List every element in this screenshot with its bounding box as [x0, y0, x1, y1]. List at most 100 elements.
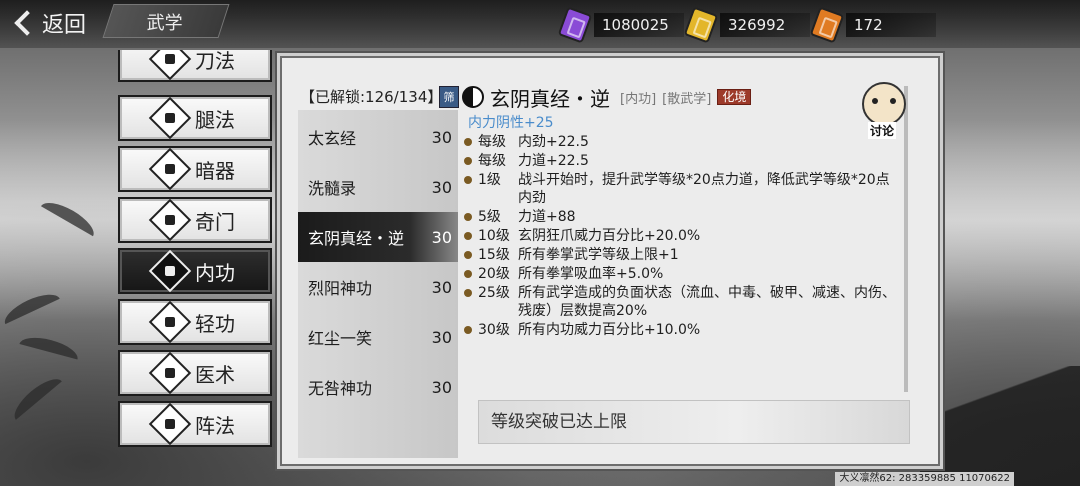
medicine-icon — [148, 351, 192, 395]
effect-line: 1级 战斗开始时，提升武学等级*20点力道，降低武学等级*20点内劲 — [462, 171, 902, 207]
effect-level: 每级 — [478, 134, 506, 150]
mountain-silhouette — [920, 366, 1080, 486]
effect-level: 30级 — [478, 322, 510, 338]
category-label: 奇门 — [195, 209, 235, 234]
formation-icon — [148, 402, 192, 446]
bullet-dot-icon — [464, 157, 472, 165]
effect-line: 每级 内劲+22.5 — [462, 133, 902, 151]
effect-level: 5级 — [478, 209, 501, 225]
leg-icon — [148, 96, 192, 140]
category-label: 阵法 — [195, 413, 235, 438]
category-label: 暗器 — [195, 158, 235, 183]
filter-button[interactable]: 筛 — [439, 86, 459, 108]
inner-power-icon — [148, 249, 192, 293]
category-label: 刀法 — [195, 50, 235, 73]
skill-name: 洗髓录 — [308, 179, 357, 198]
blade-icon — [148, 50, 192, 81]
category-label: 轻功 — [195, 311, 235, 336]
bullet-dot-icon — [464, 326, 472, 334]
effect-line: 15级 所有拳掌武学等级上限+1 — [462, 246, 902, 264]
effect-level: 15级 — [478, 247, 510, 263]
bullet-dot-icon — [464, 251, 472, 259]
currency-gold[interactable]: 326992 — [683, 6, 810, 44]
skill-row[interactable]: 红尘一笑 30 — [298, 312, 458, 362]
currency-orange[interactable]: 172 — [809, 6, 936, 44]
effect-line: 30级 所有内功威力百分比+10.0% — [462, 321, 902, 339]
category-formation[interactable]: 阵法 — [118, 401, 272, 447]
effect-text: 力道+22.5 — [518, 153, 589, 169]
unlock-count: 【已解锁:126/134】 — [300, 88, 443, 106]
skill-level: 30 — [431, 327, 452, 347]
effect-text: 所有内功威力百分比+10.0% — [518, 322, 701, 338]
section-title-tab: 武学 — [102, 4, 230, 38]
skill-row[interactable]: 无咎神功 30 — [298, 362, 458, 412]
bamboo-leaf-decoration — [8, 372, 62, 420]
lightness-icon — [148, 300, 192, 344]
back-button[interactable]: 返回 — [6, 4, 98, 42]
category-label: 内功 — [195, 260, 235, 285]
discuss-label: 讨论 — [868, 122, 897, 139]
effect-level: 20级 — [478, 266, 510, 282]
category-odd-weapon[interactable]: 奇门 — [118, 197, 272, 243]
section-title: 武学 — [146, 13, 183, 34]
discuss-button[interactable]: 讨论 — [862, 82, 910, 139]
effect-line: 5级 力道+88 — [462, 208, 902, 226]
effect-text: 玄阴狂爪威力百分比+20.0% — [518, 228, 701, 244]
skill-name: 玄阴真经・逆 — [308, 229, 405, 248]
effect-level: 10级 — [478, 228, 510, 244]
skill-level: 30 — [431, 277, 452, 297]
cat-avatar-icon — [862, 82, 906, 126]
effect-line: 每级 力道+22.5 — [462, 152, 902, 170]
skill-level: 30 — [431, 227, 452, 247]
skill-title: 玄阴真经・逆 [内功] [散武学] 化境 — [462, 84, 902, 111]
skill-list[interactable]: 太玄经 30 洗髓录 30 玄阴真经・逆 30 烈阳神功 30 红尘一笑 30 … — [298, 110, 458, 458]
category-lightness[interactable]: 轻功 — [118, 299, 272, 345]
currency-value: 172 — [846, 13, 936, 37]
skill-row[interactable]: 太玄经 30 — [298, 112, 458, 162]
skill-row-selected[interactable]: 玄阴真经・逆 30 — [298, 212, 458, 262]
currency-purple[interactable]: 1080025 — [557, 6, 684, 44]
inner-attribute: 内力阴性+25 — [468, 115, 554, 131]
skill-row[interactable] — [298, 412, 458, 458]
category-list[interactable]: 刀法 腿法 暗器 奇门 内功 轻功 医术 阵法 — [107, 50, 277, 460]
skill-name: 无咎神功 — [308, 379, 373, 398]
category-leg[interactable]: 腿法 — [118, 95, 272, 141]
category-dart[interactable]: 暗器 — [118, 146, 272, 192]
bullet-dot-icon — [464, 138, 472, 146]
currency-value: 1080025 — [594, 13, 684, 37]
bullet-dot-icon — [464, 270, 472, 278]
yin-yang-icon — [462, 86, 484, 108]
category-blade[interactable]: 刀法 — [118, 50, 272, 82]
breakthrough-status: 等级突破已达上限 — [478, 400, 910, 444]
effect-level: 每级 — [478, 153, 506, 169]
category-inner-power[interactable]: 内功 — [118, 248, 272, 294]
skill-name: 太玄经 — [308, 129, 357, 148]
category-label: 腿法 — [195, 107, 235, 132]
odd-weapon-icon — [148, 198, 192, 242]
skill-panel: 【已解锁:126/134】 筛 太玄经 30 洗髓录 30 玄阴真经・逆 30 … — [280, 56, 940, 466]
gold-ticket-icon — [683, 6, 719, 44]
skill-title-name: 玄阴真经・逆 — [490, 86, 610, 111]
category-medicine[interactable]: 医术 — [118, 350, 272, 396]
effect-text: 战斗开始时，提升武学等级*20点力道，降低武学等级*20点内劲 — [518, 172, 890, 206]
effect-text: 所有拳掌武学等级上限+1 — [518, 247, 679, 263]
skill-name: 烈阳神功 — [308, 279, 373, 298]
skill-row[interactable]: 烈阳神功 30 — [298, 262, 458, 312]
skill-level: 30 — [431, 377, 452, 397]
effect-line: 25级 所有武学造成的负面状态（流血、中毒、破甲、减速、内伤、残废）层数提高20… — [462, 284, 902, 320]
bamboo-leaf-decoration — [19, 332, 81, 360]
purple-ticket-icon — [557, 6, 593, 44]
player-id-watermark: 大义凛然62: 283359885 11070622 — [835, 472, 1014, 486]
effect-text: 力道+88 — [518, 209, 576, 225]
bullet-dot-icon — [464, 232, 472, 240]
top-bar: 返回 武学 1080025 326992 172 — [0, 0, 1080, 48]
bullet-dot-icon — [464, 213, 472, 221]
effect-level: 25级 — [478, 285, 510, 301]
bullet-dot-icon — [464, 289, 472, 297]
skill-row[interactable]: 洗髓录 30 — [298, 162, 458, 212]
skill-type-tag: [内功] — [620, 91, 657, 107]
chevron-left-icon — [14, 10, 40, 36]
effect-line: 10级 玄阴狂爪威力百分比+20.0% — [462, 227, 902, 245]
category-label: 医术 — [195, 362, 235, 387]
effect-text: 内劲+22.5 — [518, 134, 589, 150]
